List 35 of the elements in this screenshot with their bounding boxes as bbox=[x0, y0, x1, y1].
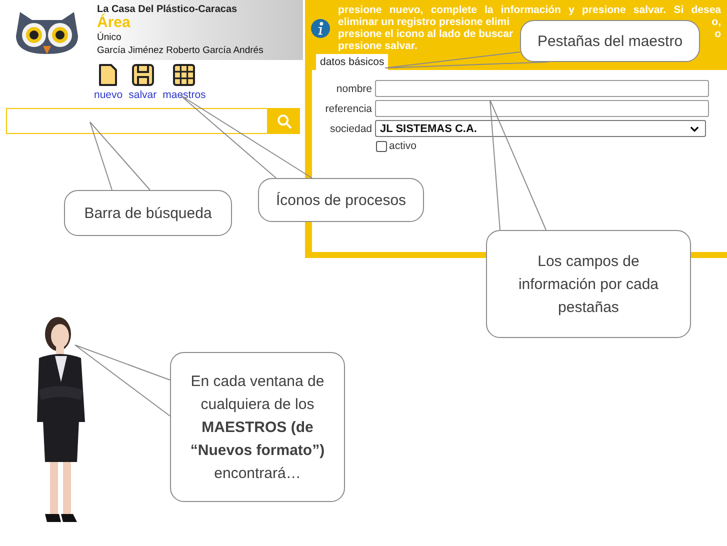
tab[interactable]: datos básicos bbox=[316, 54, 388, 70]
callout-bubble: Barra de búsqueda bbox=[64, 190, 232, 236]
field-label: referencia bbox=[324, 102, 372, 114]
chevron-icon bbox=[690, 126, 699, 132]
field-label: nombre bbox=[335, 82, 372, 94]
document-icon bbox=[98, 64, 118, 86]
callout-bubble: En cada ventana de cualquiera de los MAESTROS (de “Nuevos formato”) encontrará… bbox=[170, 352, 345, 502]
toolbar-link[interactable]: nuevo bbox=[94, 64, 123, 104]
user-name: García Jiménez Roberto García Andrés bbox=[97, 44, 264, 57]
input-field[interactable] bbox=[375, 80, 709, 97]
grid-icon bbox=[173, 64, 196, 86]
dropdown[interactable]: JL SISTEMAS C.A. bbox=[375, 120, 706, 137]
callout-bubble: Pestañas del maestro bbox=[520, 20, 700, 62]
callout-bubble: Íconos de procesos bbox=[258, 178, 424, 222]
search-button[interactable] bbox=[268, 108, 300, 134]
info-text: presione nuevo, complete la información y presione salvar. Si desea bbox=[338, 4, 721, 16]
search-icon bbox=[276, 114, 292, 128]
input-field[interactable] bbox=[375, 100, 709, 117]
search-field[interactable] bbox=[6, 108, 268, 134]
callout-bubble: Los campos de información por cada pestañas bbox=[486, 230, 691, 338]
info-text: o, bbox=[712, 16, 721, 28]
info-text: eliminar un registro presione elimi bbox=[338, 16, 510, 28]
toolbar-link[interactable]: salvar bbox=[128, 64, 157, 104]
info-icon bbox=[311, 18, 330, 38]
info-text: presione salvar. bbox=[338, 40, 418, 52]
page-title: Área bbox=[97, 15, 132, 31]
subtitle: Único bbox=[97, 31, 122, 44]
leader-line bbox=[90, 122, 150, 190]
field-label: sociedad bbox=[328, 122, 372, 134]
info-text: presione el icono al lado de buscar bbox=[338, 28, 514, 40]
checkbox[interactable] bbox=[376, 140, 387, 152]
checkbox-label: activo bbox=[389, 140, 416, 152]
company-name: La Casa Del Plástico-Caracas bbox=[97, 4, 238, 15]
info-text: o bbox=[714, 28, 721, 40]
toolbar-link[interactable]: maestros bbox=[162, 64, 206, 104]
